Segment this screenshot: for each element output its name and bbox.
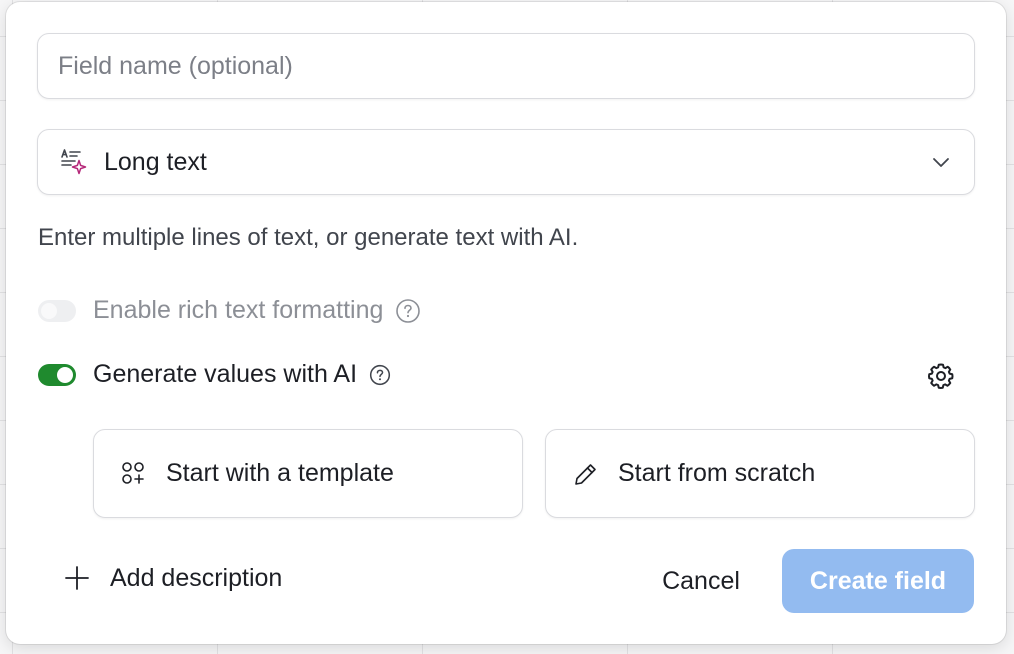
start-from-scratch-button[interactable]: Start from scratch: [545, 429, 975, 518]
rich-text-row: Enable rich text formatting: [38, 296, 421, 325]
add-description-button[interactable]: Add description: [62, 563, 282, 593]
rich-text-toggle[interactable]: [38, 299, 76, 322]
generate-ai-row: Generate values with AI: [38, 360, 391, 389]
add-description-label: Add description: [110, 563, 283, 592]
start-from-scratch-label: Start from scratch: [618, 459, 816, 487]
create-field-button[interactable]: Create field: [782, 549, 974, 613]
start-with-template-label: Start with a template: [166, 459, 394, 487]
pencil-icon: [572, 460, 600, 488]
chevron-down-icon: [930, 151, 952, 173]
generate-ai-toggle[interactable]: [38, 363, 76, 386]
field-type-label: Long text: [104, 147, 207, 176]
field-name-input[interactable]: [37, 33, 975, 99]
create-field-dialog: Long text Enter multiple lines of text, …: [6, 2, 1006, 644]
help-circle-icon[interactable]: [395, 298, 421, 324]
template-grid-icon: [120, 460, 148, 488]
field-type-select[interactable]: Long text: [37, 129, 975, 195]
cancel-button[interactable]: Cancel: [646, 563, 756, 599]
generate-ai-label: Generate values with AI: [93, 360, 358, 388]
gear-icon[interactable]: [924, 359, 958, 393]
rich-text-label: Enable rich text formatting: [93, 296, 384, 324]
field-type-description: Enter multiple lines of text, or generat…: [38, 224, 579, 251]
help-circle-icon[interactable]: [369, 364, 391, 386]
long-text-ai-icon: [58, 147, 88, 177]
plus-icon: [62, 563, 92, 593]
start-with-template-button[interactable]: Start with a template: [93, 429, 523, 518]
